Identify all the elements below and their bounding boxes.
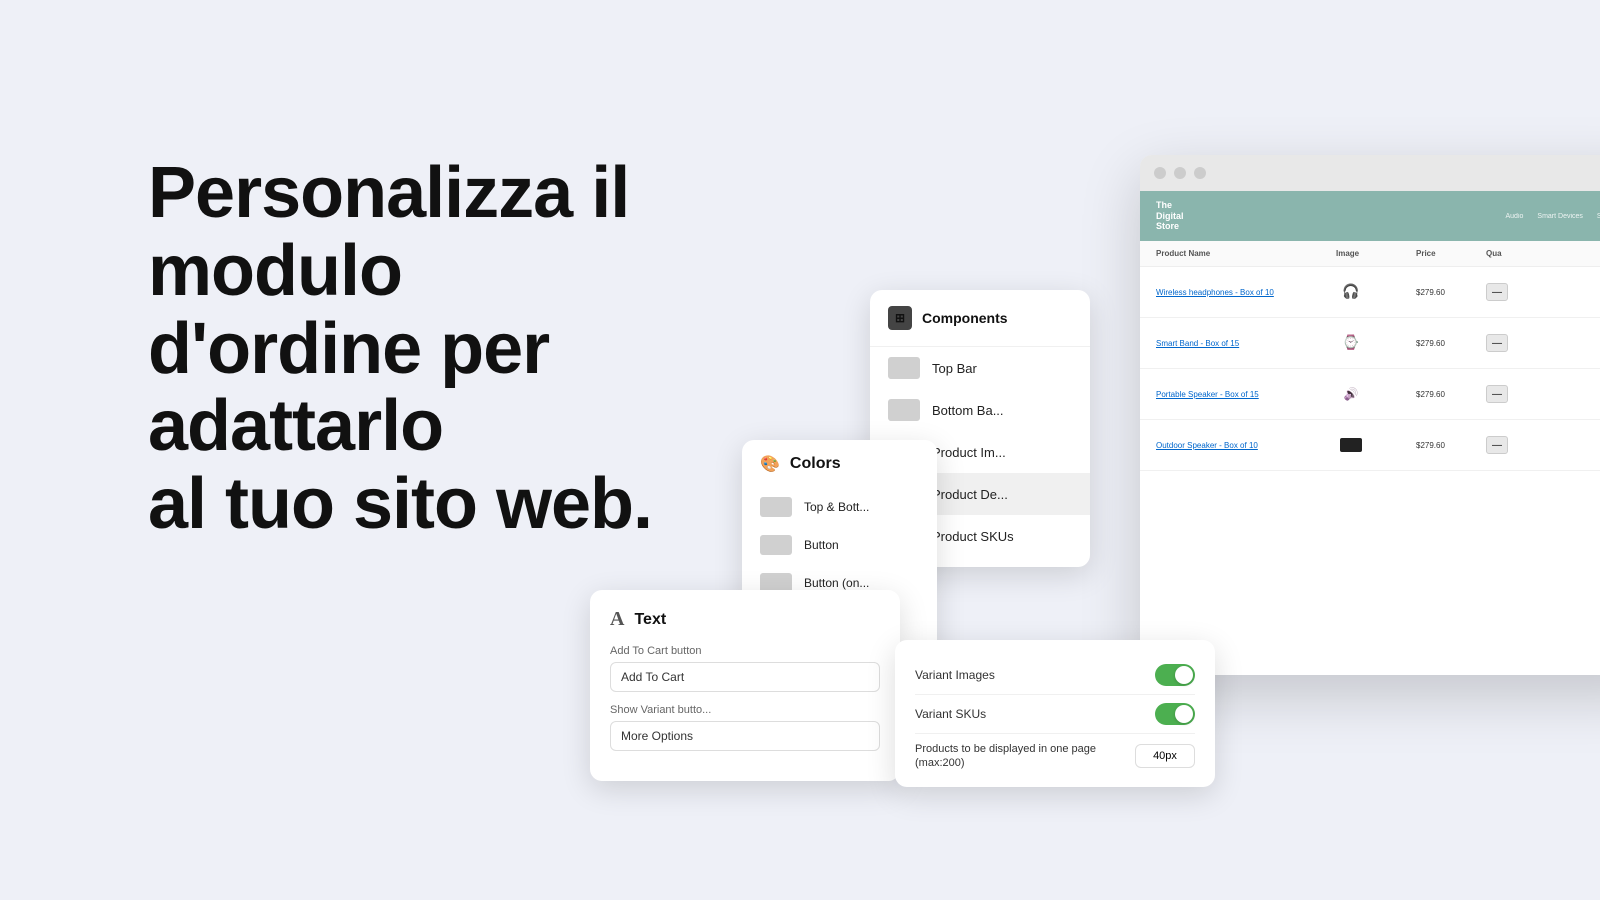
product-price-1: $279.60 (1416, 288, 1486, 297)
color-item-button[interactable]: Button (742, 526, 937, 564)
store-header: TheDigitalStore Audio Smart Devices Smar… (1140, 191, 1600, 241)
product-name-4: Outdoor Speaker - Box of 10 (1156, 441, 1336, 450)
col-price: Price (1416, 249, 1486, 258)
products-per-page-row: Products to be displayed in one page (ma… (915, 734, 1195, 771)
store-nav: Audio Smart Devices Smart Gadgets (1506, 213, 1600, 220)
variant-images-row: Variant Images (915, 656, 1195, 695)
panel-item-bottombar[interactable]: Bottom Ba... (870, 389, 1090, 431)
top-bottom-color-label: Top & Bott... (804, 500, 869, 514)
topbar-icon (888, 357, 920, 379)
product-name-2: Smart Band - Box of 15 (1156, 339, 1336, 348)
variant-skus-label: Variant SKUs (915, 707, 986, 721)
product-image-2 (1336, 328, 1366, 358)
variant-skus-row: Variant SKUs (915, 695, 1195, 734)
product-skus-label: Product SKUs (932, 529, 1014, 544)
col-product-name: Product Name (1156, 249, 1336, 258)
qty-btn-3[interactable]: — (1486, 385, 1508, 403)
store-nav-smart-devices: Smart Devices (1537, 213, 1583, 220)
text-panel-title: Text (634, 611, 666, 629)
product-image-1 (1336, 277, 1366, 307)
product-image-4 (1336, 430, 1366, 460)
store-ui: TheDigitalStore Audio Smart Devices Smar… (1140, 191, 1600, 675)
product-name-1: Wireless headphones - Box of 10 (1156, 288, 1336, 297)
add-to-cart-field: Add To Cart button (610, 645, 880, 692)
product-image-3 (1336, 379, 1366, 409)
browser-titlebar (1140, 155, 1600, 191)
bottombar-icon (888, 399, 920, 421)
topbar-label: Top Bar (932, 361, 977, 376)
variant-skus-toggle[interactable] (1155, 703, 1195, 725)
components-panel-title: Components (922, 310, 1008, 326)
table-row: Wireless headphones - Box of 10 $279.60 … (1140, 267, 1600, 318)
store-logo: TheDigitalStore (1156, 200, 1184, 232)
button-color-icon (760, 535, 792, 555)
bottombar-label: Bottom Ba... (932, 403, 1004, 418)
show-variant-field-label: Show Variant butto... (610, 704, 880, 716)
table-row: Smart Band - Box of 15 $279.60 — (1140, 318, 1600, 369)
col-image: Image (1336, 249, 1416, 258)
panel-item-topbar[interactable]: Top Bar (870, 347, 1090, 389)
hero-title: Personalizza il modulo d'ordine per adat… (148, 155, 768, 544)
product-price-4: $279.60 (1416, 441, 1486, 450)
button-color-label: Button (804, 538, 839, 552)
store-table: Product Name Image Price Qua Wireless he… (1140, 241, 1600, 471)
store-nav-audio: Audio (1506, 213, 1524, 220)
browser-window: TheDigitalStore Audio Smart Devices Smar… (1140, 155, 1600, 675)
color-item-top-bottom[interactable]: Top & Bott... (742, 488, 937, 526)
palette-icon: 🎨 (760, 454, 780, 474)
top-bottom-color-icon (760, 497, 792, 517)
table-row: Portable Speaker - Box of 15 $279.60 — (1140, 369, 1600, 420)
add-to-cart-input[interactable] (610, 662, 880, 692)
table-row: Outdoor Speaker - Box of 10 $279.60 — (1140, 420, 1600, 471)
qty-btn-4[interactable]: — (1486, 436, 1508, 454)
text-a-icon: A (610, 608, 624, 631)
show-variant-field: Show Variant butto... (610, 704, 880, 751)
button-on-color-label: Button (on... (804, 576, 869, 590)
qty-btn-2[interactable]: — (1486, 334, 1508, 352)
text-panel-header: A Text (610, 608, 880, 631)
colors-panel-title: Colors (790, 455, 841, 473)
show-variant-input[interactable] (610, 721, 880, 751)
variant-panel: Variant Images Variant SKUs Products to … (895, 640, 1215, 787)
product-desc-label: Product De... (932, 487, 1008, 502)
product-name-3: Portable Speaker - Box of 15 (1156, 390, 1336, 399)
product-price-3: $279.60 (1416, 390, 1486, 399)
product-price-2: $279.60 (1416, 339, 1486, 348)
browser-dot-yellow (1174, 167, 1186, 179)
variant-images-label: Variant Images (915, 668, 995, 682)
components-panel-header: ⊞ Components (870, 290, 1090, 347)
add-to-cart-field-label: Add To Cart button (610, 645, 880, 657)
text-settings-panel: A Text Add To Cart button Show Variant b… (590, 590, 900, 781)
col-qty: Qua (1486, 249, 1536, 258)
hero-section: Personalizza il modulo d'ordine per adat… (148, 155, 768, 544)
browser-dot-green (1194, 167, 1206, 179)
products-per-page-label: Products to be displayed in one page (ma… (915, 742, 1135, 771)
browser-dot-red (1154, 167, 1166, 179)
colors-panel-header: 🎨 Colors (742, 440, 937, 488)
components-icon: ⊞ (888, 306, 912, 330)
qty-btn-1[interactable]: — (1486, 283, 1508, 301)
product-image-label: Product Im... (932, 445, 1006, 460)
variant-images-toggle[interactable] (1155, 664, 1195, 686)
store-table-header: Product Name Image Price Qua (1140, 241, 1600, 267)
products-per-page-input[interactable] (1135, 744, 1195, 768)
